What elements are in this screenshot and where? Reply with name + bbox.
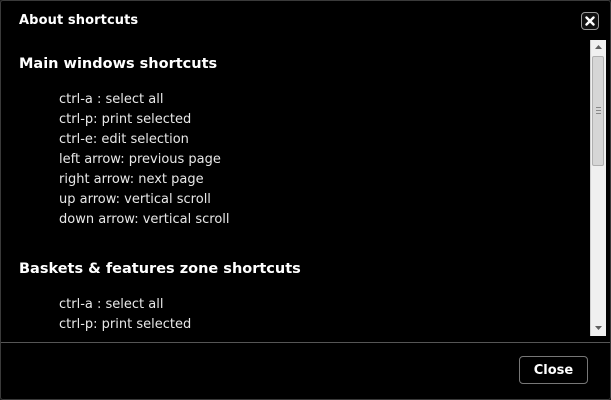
scroll-down-button[interactable] xyxy=(591,321,606,336)
arrow-down-icon xyxy=(595,326,602,330)
shortcuts-content: Main windows shortcuts ctrl-a : select a… xyxy=(1,41,589,337)
list-item: right arrow: next page xyxy=(59,172,204,187)
section-title-baskets: Baskets & features zone shortcuts xyxy=(19,261,301,277)
scrollbar-thumb[interactable] xyxy=(592,56,604,166)
dialog-title: About shortcuts xyxy=(19,13,139,28)
footer-divider xyxy=(1,342,610,343)
grip-line xyxy=(596,110,601,111)
list-item: left arrow: previous page xyxy=(59,152,221,167)
close-button[interactable]: Close xyxy=(519,356,588,384)
list-item: ctrl-a : select all xyxy=(59,297,164,312)
scroll-up-button[interactable] xyxy=(591,40,606,55)
vertical-scrollbar[interactable] xyxy=(590,40,606,336)
close-icon xyxy=(585,16,595,26)
shortcut-list-baskets: ctrl-a : select all ctrl-p: print select… xyxy=(59,295,191,335)
list-item: up arrow: vertical scroll xyxy=(59,192,211,207)
grip-line xyxy=(596,113,601,114)
section-title-main-windows: Main windows shortcuts xyxy=(19,56,218,72)
close-icon-button[interactable] xyxy=(581,12,599,30)
list-item: ctrl-a : select all xyxy=(59,92,164,107)
about-shortcuts-dialog: About shortcuts Main windows shortcuts c… xyxy=(0,0,611,400)
list-item: ctrl-e: edit selection xyxy=(59,132,189,147)
list-item: ctrl-p: print selected xyxy=(59,112,192,127)
dialog-titlebar[interactable]: About shortcuts xyxy=(1,1,610,41)
shortcut-list-main-windows: ctrl-a : select all ctrl-p: print select… xyxy=(59,90,230,230)
grip-line xyxy=(596,107,601,108)
list-item: ctrl-p: print selected xyxy=(59,317,192,332)
arrow-up-icon xyxy=(595,45,602,49)
list-item: down arrow: vertical scroll xyxy=(59,212,230,227)
